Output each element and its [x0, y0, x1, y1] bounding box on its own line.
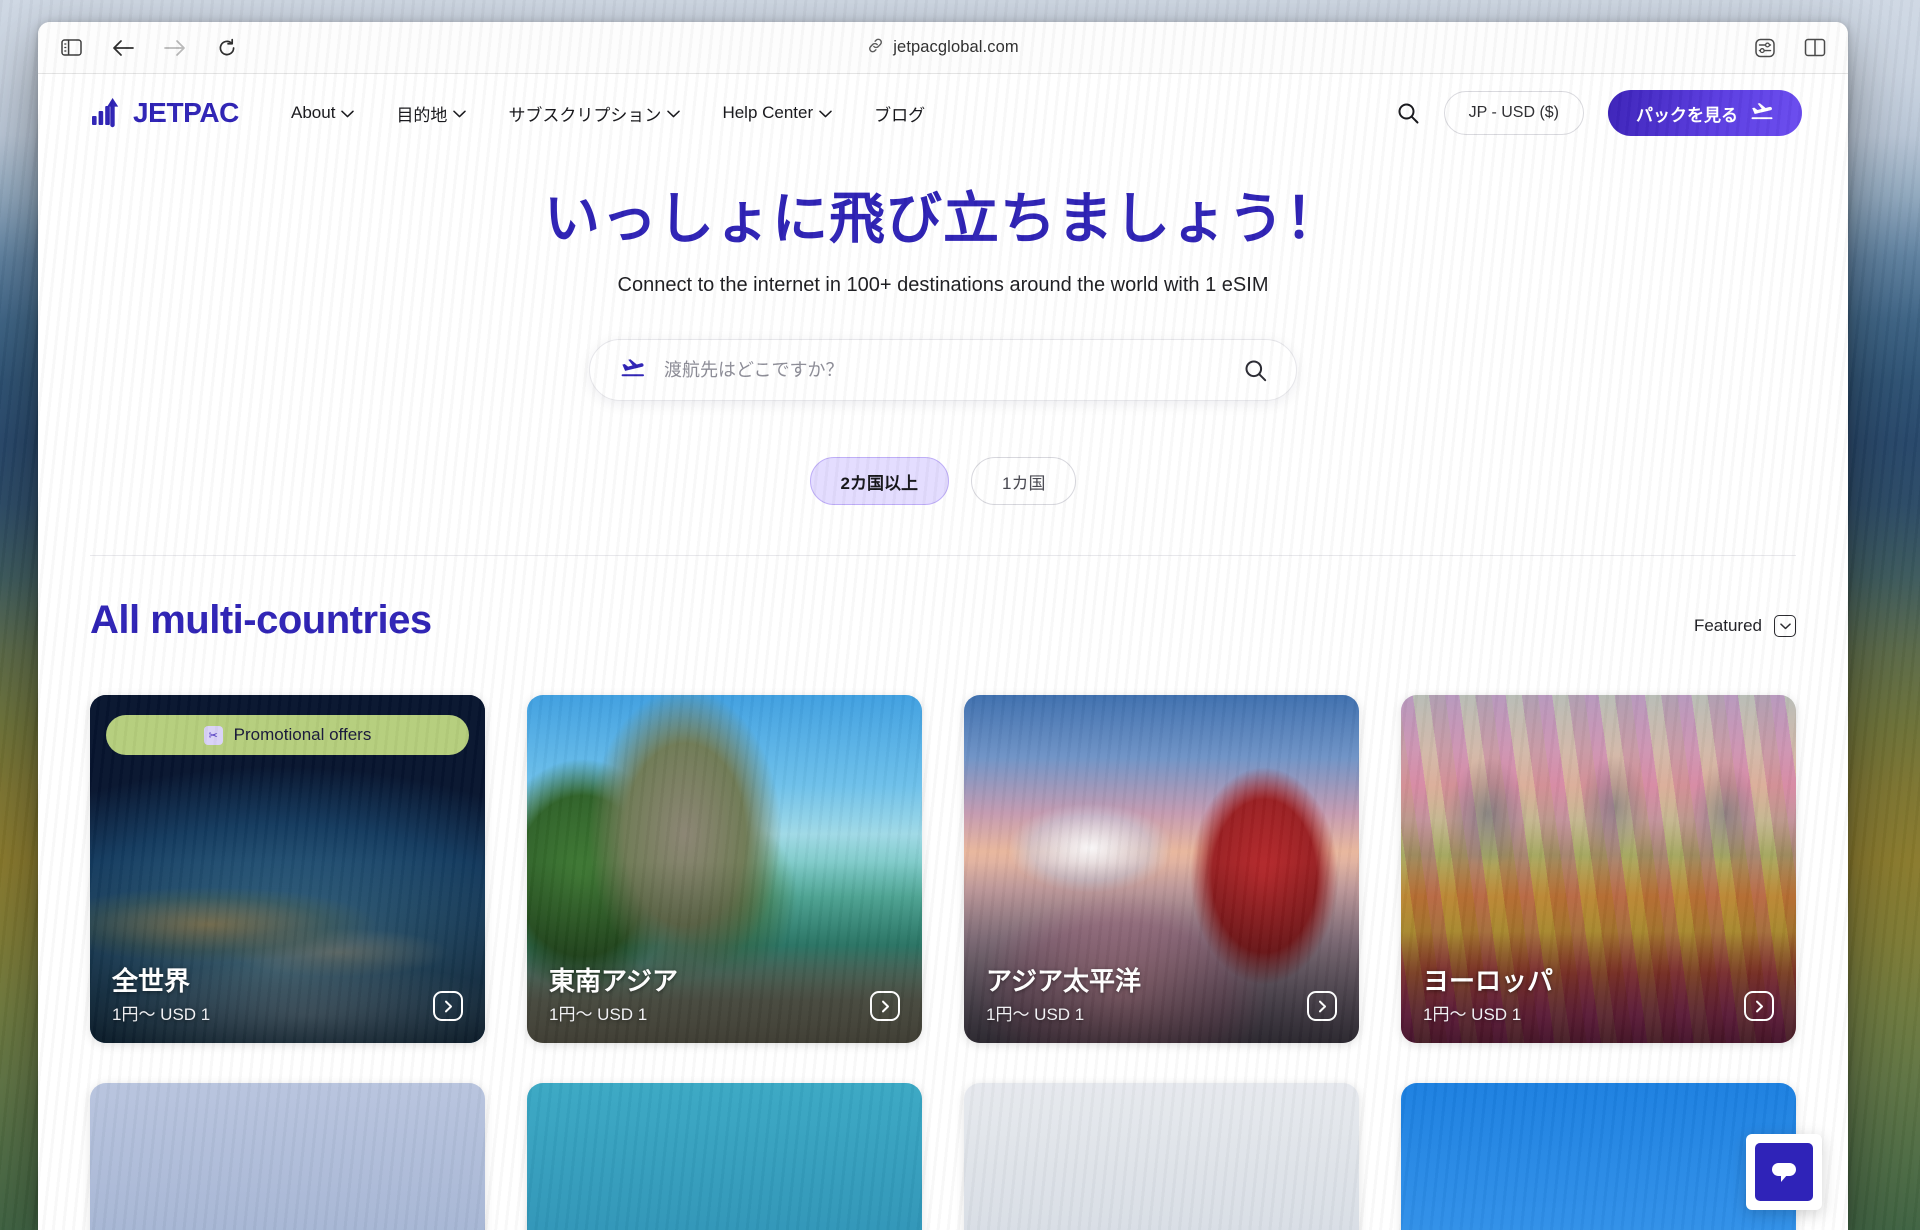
nav-item-about[interactable]: About: [291, 103, 355, 123]
view-packs-button[interactable]: パックを見る: [1608, 90, 1802, 136]
logo-text: JETPAC: [133, 97, 239, 128]
card-body: アジア太平洋 1円〜 USD 1: [986, 965, 1337, 1026]
destination-card[interactable]: [1401, 1083, 1796, 1230]
card-title: 東南アジア: [549, 965, 678, 996]
reload-icon[interactable]: [212, 33, 242, 63]
card-body: ヨーロッパ 1円〜 USD 1: [1423, 965, 1774, 1026]
nav-item-blog[interactable]: ブログ: [874, 101, 925, 126]
sort-dropdown[interactable]: Featured: [1694, 615, 1796, 643]
sidebar-toggle-icon[interactable]: [56, 33, 86, 63]
hero-section: いっしょに飛び立ちましょう！ Connect to the internet i…: [38, 152, 1848, 506]
page-content: JETPAC About 目的地 サブスクリプション Help Center ブ…: [38, 74, 1848, 1230]
card-image-row2-2: [527, 1083, 922, 1230]
chevron-down-icon: [667, 103, 681, 123]
destination-card[interactable]: [90, 1083, 485, 1230]
destination-card[interactable]: ✂ Promotional offers 全世界 1円〜 USD 1: [90, 695, 485, 1044]
destination-card[interactable]: アジア太平洋 1円〜 USD 1: [964, 695, 1359, 1044]
nav-item-destinations[interactable]: 目的地: [396, 101, 467, 126]
section-header: All multi-countries Featured: [90, 598, 1796, 643]
destination-card[interactable]: [964, 1083, 1359, 1230]
nav-label: Help Center: [722, 103, 814, 122]
plane-landing-icon: [1750, 101, 1774, 126]
filter-label: 1カ国: [1002, 473, 1046, 493]
chat-widget-button[interactable]: [1746, 1134, 1822, 1210]
main-navigation: About 目的地 サブスクリプション Help Center ブログ: [291, 101, 925, 126]
header-right-controls: JP - USD ($) パックを見る: [1396, 90, 1802, 136]
destination-card[interactable]: 東南アジア 1円〜 USD 1: [527, 695, 922, 1044]
address-bar[interactable]: jetpacglobal.com: [38, 37, 1848, 59]
toolbar-left-controls: [56, 33, 242, 63]
destination-card[interactable]: [527, 1083, 922, 1230]
search-input[interactable]: [664, 359, 1225, 381]
jetpac-logo[interactable]: JETPAC: [90, 94, 239, 133]
card-title: アジア太平洋: [986, 965, 1141, 996]
card-price: 1円〜 USD 1: [986, 1005, 1085, 1025]
chevron-down-icon: [1774, 615, 1796, 638]
site-header: JETPAC About 目的地 サブスクリプション Help Center ブ…: [38, 74, 1848, 152]
nav-item-help-center[interactable]: Help Center: [722, 103, 832, 123]
chevron-right-icon[interactable]: [870, 991, 900, 1022]
search-icon[interactable]: [1243, 358, 1268, 383]
url-text: jetpacglobal.com: [893, 38, 1019, 56]
country-count-filters: 2カ国以上 1カ国: [38, 457, 1848, 506]
filter-multi-country[interactable]: 2カ国以上: [809, 457, 949, 506]
currency-label: JP - USD ($): [1468, 104, 1559, 121]
browser-toolbar: jetpacglobal.com: [38, 22, 1848, 74]
card-image-row2-3: [964, 1083, 1359, 1230]
split-view-icon[interactable]: [1800, 33, 1830, 63]
desktop-wallpaper: jetpacglobal.com JETPAC About 目的地 サブスクリプ…: [0, 0, 1920, 1230]
chevron-right-icon[interactable]: [1307, 991, 1337, 1022]
card-image-row2-4: [1401, 1083, 1796, 1230]
chevron-down-icon: [819, 103, 832, 123]
nav-item-subscription[interactable]: サブスクリプション: [508, 101, 681, 126]
page-title: All multi-countries: [90, 598, 432, 643]
nav-label: 目的地: [396, 105, 448, 125]
search-icon[interactable]: [1396, 101, 1420, 125]
back-arrow-icon[interactable]: [108, 33, 138, 63]
cta-label: パックを見る: [1636, 105, 1738, 125]
filter-single-country[interactable]: 1カ国: [971, 457, 1077, 506]
destination-card[interactable]: ヨーロッパ 1円〜 USD 1: [1401, 695, 1796, 1044]
card-price: 1円〜 USD 1: [549, 1005, 648, 1025]
destination-card-grid: ✂ Promotional offers 全世界 1円〜 USD 1 東南アジア…: [90, 695, 1796, 1230]
card-title: 全世界: [112, 965, 191, 996]
logo-mark-icon: [90, 94, 124, 133]
browser-window: jetpacglobal.com JETPAC About 目的地 サブスクリプ…: [38, 22, 1848, 1230]
nav-label: ブログ: [874, 105, 926, 125]
forward-arrow-icon[interactable]: [160, 33, 190, 63]
chevron-right-icon[interactable]: [433, 991, 463, 1022]
hero-subtitle: Connect to the internet in 100+ destinat…: [617, 274, 1269, 297]
currency-selector[interactable]: JP - USD ($): [1443, 91, 1584, 135]
toolbar-right-controls: [1750, 33, 1830, 63]
card-image-row2-1: [90, 1083, 485, 1230]
sort-label: Featured: [1693, 616, 1762, 636]
nav-label: About: [291, 103, 336, 122]
chat-bubble-icon: [1755, 1143, 1813, 1201]
card-price: 1円〜 USD 1: [1423, 1005, 1522, 1025]
page-settings-icon[interactable]: [1750, 33, 1780, 63]
promotional-offers-badge: ✂ Promotional offers: [106, 715, 469, 756]
tag-icon: ✂: [203, 725, 223, 745]
section-divider: [90, 555, 1796, 557]
chevron-down-icon: [453, 103, 467, 123]
filter-label: 2カ国以上: [840, 473, 918, 493]
destination-search-bar[interactable]: [589, 339, 1297, 402]
card-price: 1円〜 USD 1: [112, 1005, 211, 1025]
nav-label: サブスクリプション: [508, 105, 662, 125]
chevron-down-icon: [341, 103, 355, 123]
card-body: 全世界 1円〜 USD 1: [112, 965, 463, 1026]
card-title: ヨーロッパ: [1423, 965, 1554, 996]
plane-landing-icon: [620, 357, 646, 383]
promo-badge-label: Promotional offers: [233, 725, 372, 745]
link-icon: [867, 37, 884, 59]
card-body: 東南アジア 1円〜 USD 1: [549, 965, 900, 1026]
hero-title: いっしょに飛び立ちましょう！: [544, 187, 1342, 250]
chevron-right-icon[interactable]: [1744, 991, 1774, 1022]
